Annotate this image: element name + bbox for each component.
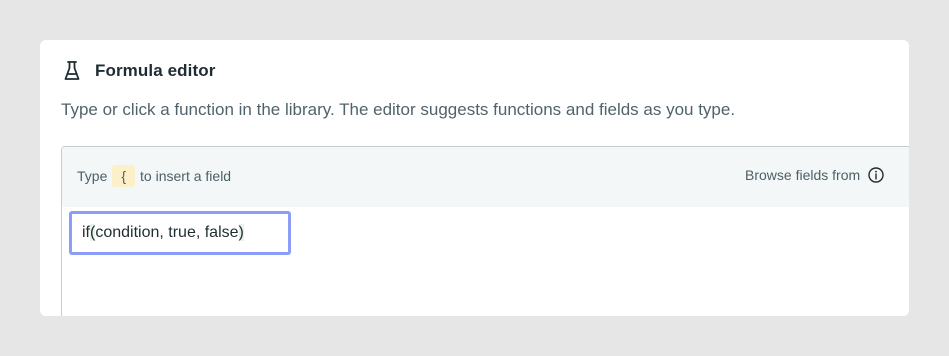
info-icon[interactable] [868, 167, 884, 183]
formula-text[interactable]: if(condition, true, false) [82, 224, 244, 242]
browse-fields-button[interactable]: Browse fields from [745, 167, 884, 183]
panel-title: Formula editor [95, 61, 216, 80]
panel-header: Formula editor [64, 58, 215, 84]
formula-function: if [82, 224, 90, 241]
panel-description: Type or click a function in the library.… [61, 100, 736, 119]
insert-field-key: { [112, 165, 136, 187]
browse-fields-label: Browse fields from [745, 167, 861, 183]
flask-icon [64, 60, 80, 82]
formula-close-paren: ) [238, 224, 244, 241]
insert-field-hint: Type { to insert a field [77, 165, 231, 187]
formula-arguments: condition, true, false [95, 224, 239, 241]
hint-prefix: Type [77, 168, 108, 184]
formula-input[interactable]: if(condition, true, false) [69, 211, 291, 255]
formula-editor-panel: Formula editor Type or click a function … [40, 40, 909, 316]
hint-suffix: to insert a field [140, 168, 232, 184]
formula-editor[interactable]: Type { to insert a field Browse fields f… [61, 146, 909, 316]
editor-toolbar: Type { to insert a field Browse fields f… [62, 147, 909, 207]
